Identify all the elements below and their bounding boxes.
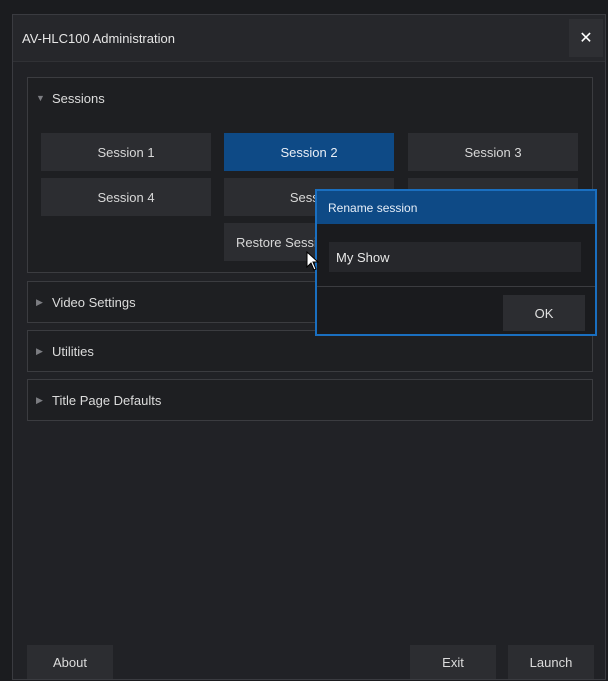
dialog-title: Rename session <box>317 191 595 224</box>
session-name-input[interactable] <box>329 242 581 272</box>
session-3-button[interactable]: Session 3 <box>408 133 578 171</box>
close-button[interactable]: ✕ <box>569 19 603 57</box>
utilities-header[interactable]: ▶ Utilities <box>28 331 592 371</box>
dialog-body <box>317 224 595 287</box>
sessions-header[interactable]: ▼ Sessions <box>28 78 592 118</box>
caret-right-icon: ▶ <box>36 394 43 405</box>
utilities-panel[interactable]: ▶ Utilities <box>27 330 593 372</box>
launch-button[interactable]: Launch <box>508 645 594 679</box>
about-button[interactable]: About <box>27 645 113 679</box>
ok-button[interactable]: OK <box>503 295 585 331</box>
sessions-label: Sessions <box>52 90 105 106</box>
title-page-defaults-header[interactable]: ▶ Title Page Defaults <box>28 380 592 420</box>
session-1-button[interactable]: Session 1 <box>41 133 211 171</box>
window-title: AV-HLC100 Administration <box>22 31 175 46</box>
mouse-pointer-icon <box>306 251 320 271</box>
caret-right-icon: ▶ <box>36 296 43 307</box>
title-bar: AV-HLC100 Administration ✕ <box>13 15 605 62</box>
session-4-button[interactable]: Session 4 <box>41 178 211 216</box>
session-2-button[interactable]: Session 2 <box>224 133 394 171</box>
close-icon: ✕ <box>579 30 593 47</box>
admin-window: AV-HLC100 Administration ✕ ▼ Sessions Se… <box>12 14 606 680</box>
video-settings-label: Video Settings <box>52 294 136 310</box>
caret-down-icon: ▼ <box>36 93 45 103</box>
utilities-label: Utilities <box>52 343 94 359</box>
exit-button[interactable]: Exit <box>410 645 496 679</box>
title-page-defaults-label: Title Page Defaults <box>52 392 162 408</box>
title-page-defaults-panel[interactable]: ▶ Title Page Defaults <box>27 379 593 421</box>
caret-right-icon: ▶ <box>36 345 43 356</box>
rename-session-dialog: Rename session OK <box>315 189 597 336</box>
